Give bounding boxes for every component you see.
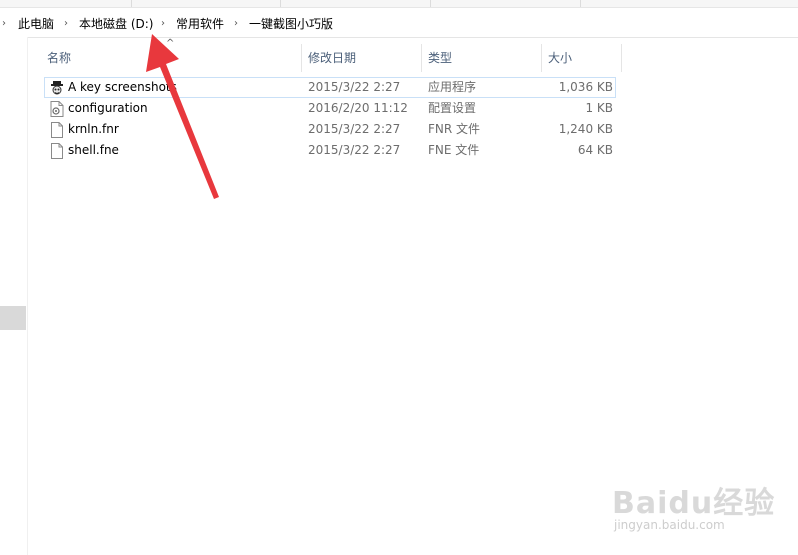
watermark: Baidu经验 jingyan.baidu.com — [612, 470, 792, 540]
watermark-brand: Baidu经验 — [612, 486, 776, 521]
watermark-url: jingyan.baidu.com — [614, 518, 725, 532]
